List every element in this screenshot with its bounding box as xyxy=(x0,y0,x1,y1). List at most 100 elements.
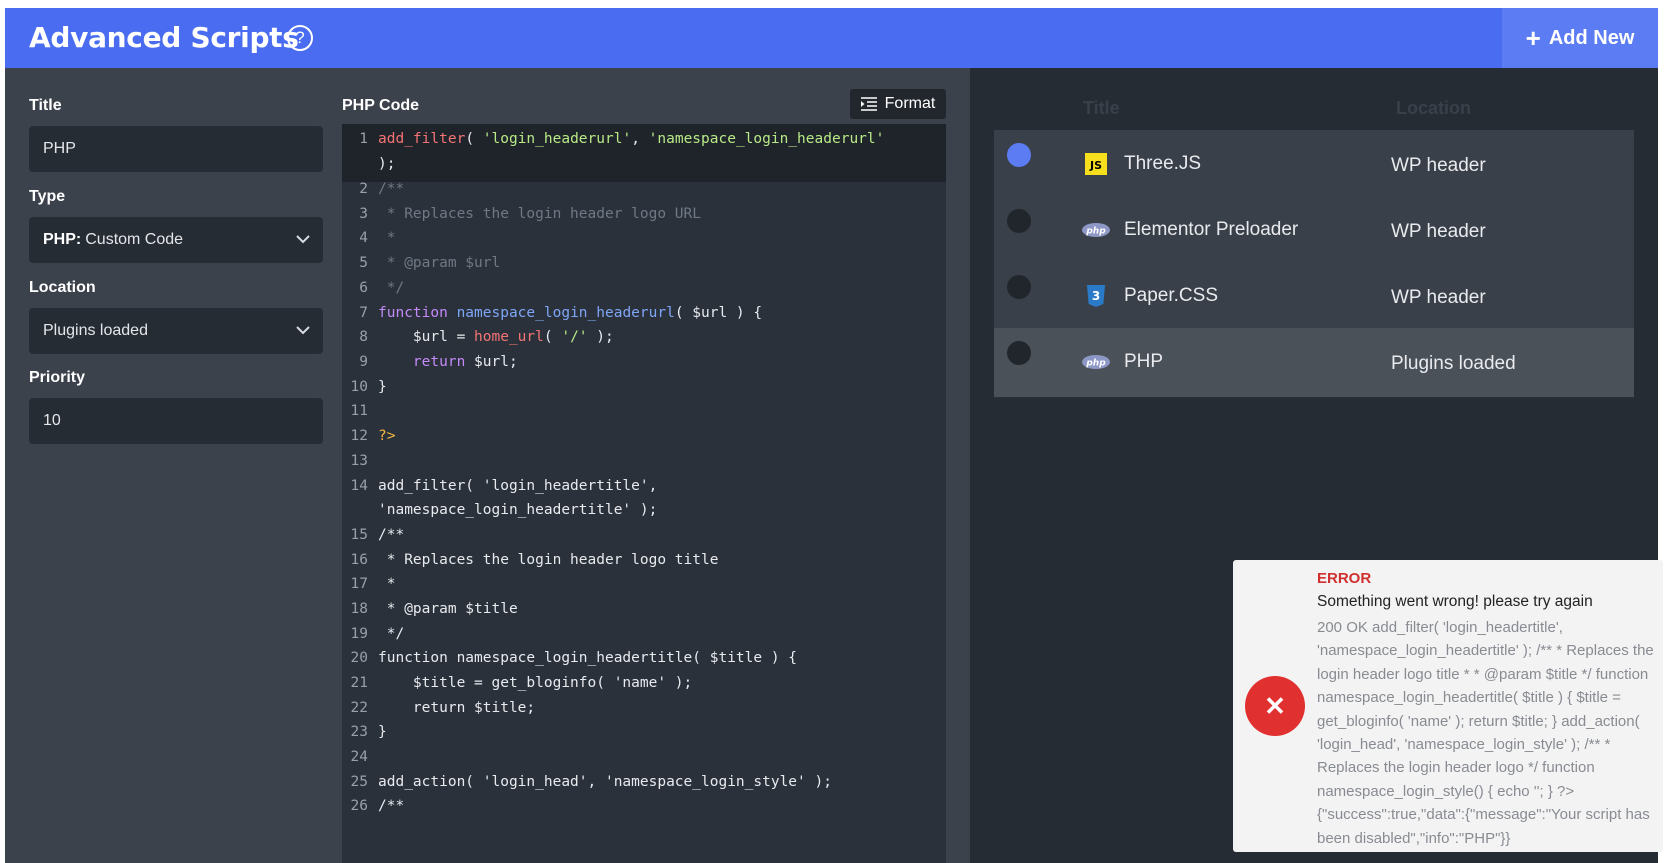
code-line: } xyxy=(378,379,387,395)
column-header-title: Title xyxy=(1083,98,1120,118)
code-line: /** xyxy=(378,181,405,197)
code-line: add_filter( 'login_headertitle', xyxy=(378,478,658,494)
enabled-toggle[interactable] xyxy=(1007,143,1031,167)
js-icon: JS xyxy=(1085,153,1107,175)
location-label: Location xyxy=(29,279,96,296)
line-number: 3 xyxy=(359,206,368,222)
priority-value: 10 xyxy=(43,412,61,429)
code-line: /** xyxy=(378,798,405,814)
line-number: 21 xyxy=(350,675,368,691)
svg-text:JS: JS xyxy=(1089,159,1102,172)
code-label: PHP Code xyxy=(342,97,420,114)
add-new-label: Add New xyxy=(1548,26,1635,49)
script-location: WP header xyxy=(1391,155,1486,176)
script-row[interactable]: php PHP Plugins loaded xyxy=(994,328,1634,398)
line-number: 19 xyxy=(350,626,368,642)
script-row[interactable]: 3 Paper.CSS WP header xyxy=(994,262,1634,332)
script-title: Paper.CSS xyxy=(1124,285,1218,306)
line-number: 10 xyxy=(350,379,368,395)
top-bar: Advanced Scripts ? + Add New xyxy=(5,8,1658,68)
svg-text:php: php xyxy=(1085,359,1106,369)
enabled-toggle[interactable] xyxy=(1007,341,1031,365)
app-title: Advanced Scripts xyxy=(29,21,299,54)
question-circle-icon[interactable]: ? xyxy=(287,25,313,51)
column-header-location: Location xyxy=(1396,98,1471,118)
line-number: 20 xyxy=(350,650,368,666)
svg-text:3: 3 xyxy=(1092,289,1100,303)
php-icon: php xyxy=(1082,355,1110,369)
line-number: 22 xyxy=(350,700,368,716)
location-select[interactable]: Plugins loaded xyxy=(29,308,323,354)
line-number: 15 xyxy=(350,527,368,543)
line-number: 1 xyxy=(359,131,368,147)
line-number: 11 xyxy=(350,403,368,419)
code-line: return $url; xyxy=(412,354,518,370)
script-title: Three.JS xyxy=(1124,153,1202,174)
enabled-toggle[interactable] xyxy=(1007,209,1031,233)
script-row[interactable]: JS Three.JS WP header xyxy=(994,130,1634,200)
code-line: function namespace_login_headertitle( $t… xyxy=(378,650,798,666)
format-label: Format xyxy=(884,95,936,112)
toast-detail: 200 OK add_filter( 'login_headertitle', … xyxy=(1317,619,1654,847)
code-line: } xyxy=(378,724,387,740)
line-number: 23 xyxy=(350,724,368,740)
type-prefix: PHP: xyxy=(43,231,82,248)
line-number: 5 xyxy=(359,255,368,271)
code-line: return $title; xyxy=(378,700,536,716)
type-label: Type xyxy=(29,188,66,205)
format-icon xyxy=(860,97,877,111)
chevron-down-icon xyxy=(296,235,310,244)
chevron-down-icon xyxy=(296,326,310,335)
priority-input[interactable]: 10 xyxy=(29,398,323,444)
code-line: function namespace_login_headerurl( $url… xyxy=(378,305,763,321)
line-number: 7 xyxy=(359,305,368,321)
plus-icon: + xyxy=(1525,23,1541,53)
error-toast: ✕ ERROR Something went wrong! please try… xyxy=(1233,560,1663,852)
code-line: * @param $title xyxy=(378,601,518,617)
code-line: ); xyxy=(378,156,396,172)
line-number: 24 xyxy=(350,749,368,765)
code-line: add_filter( 'login_headerurl', 'namespac… xyxy=(378,131,885,147)
code-line: $title = get_bloginfo( 'name' ); xyxy=(378,675,693,691)
format-button[interactable]: Format xyxy=(850,89,946,119)
code-line: 'namespace_login_headertitle' ); xyxy=(378,502,658,518)
script-location: Plugins loaded xyxy=(1391,353,1516,374)
code-line: /** xyxy=(378,527,405,543)
line-number: 18 xyxy=(350,601,368,617)
toast-message: Something went wrong! please try again xyxy=(1317,593,1593,610)
toast-title: ERROR xyxy=(1317,570,1372,587)
title-value: PHP xyxy=(43,140,76,157)
line-number: 25 xyxy=(350,774,368,790)
add-new-button[interactable]: + Add New xyxy=(1502,8,1658,68)
line-number: 8 xyxy=(359,329,368,345)
line-number: 26 xyxy=(350,798,368,814)
code-editor[interactable]: 1 2 3 4 5 6 7 8 9 10 11 12 13 14 15 16 1… xyxy=(342,124,946,863)
line-number: 6 xyxy=(359,280,368,296)
css3-icon: 3 xyxy=(1087,285,1105,307)
line-number: 2 xyxy=(359,181,368,197)
code-line: * @param $url xyxy=(378,255,501,271)
line-number: 16 xyxy=(350,552,368,568)
php-icon: php xyxy=(1082,223,1110,237)
code-line: * Replaces the login header logo URL xyxy=(378,206,702,222)
script-row[interactable]: php Elementor Preloader WP header xyxy=(994,196,1634,266)
code-line: * xyxy=(378,576,396,592)
line-number: 4 xyxy=(359,230,368,246)
priority-label: Priority xyxy=(29,369,86,386)
location-value: Plugins loaded xyxy=(43,322,148,339)
line-number: 9 xyxy=(359,354,368,370)
script-title: Elementor Preloader xyxy=(1124,219,1299,240)
enabled-toggle[interactable] xyxy=(1007,275,1031,299)
code-line: * xyxy=(378,230,396,246)
title-input[interactable]: PHP xyxy=(29,126,323,172)
line-number: 17 xyxy=(350,576,368,592)
script-title: PHP xyxy=(1124,351,1164,372)
code-line: $url = home_url( '/' ); xyxy=(378,329,614,345)
line-number: 13 xyxy=(350,453,368,469)
type-value: Custom Code xyxy=(85,231,184,248)
close-icon[interactable]: ✕ xyxy=(1245,676,1305,736)
svg-text:php: php xyxy=(1085,227,1106,237)
type-select[interactable]: PHP: Custom Code xyxy=(29,217,323,263)
line-number: 14 xyxy=(350,478,368,494)
code-line: add_action( 'login_head', 'namespace_log… xyxy=(378,774,832,790)
